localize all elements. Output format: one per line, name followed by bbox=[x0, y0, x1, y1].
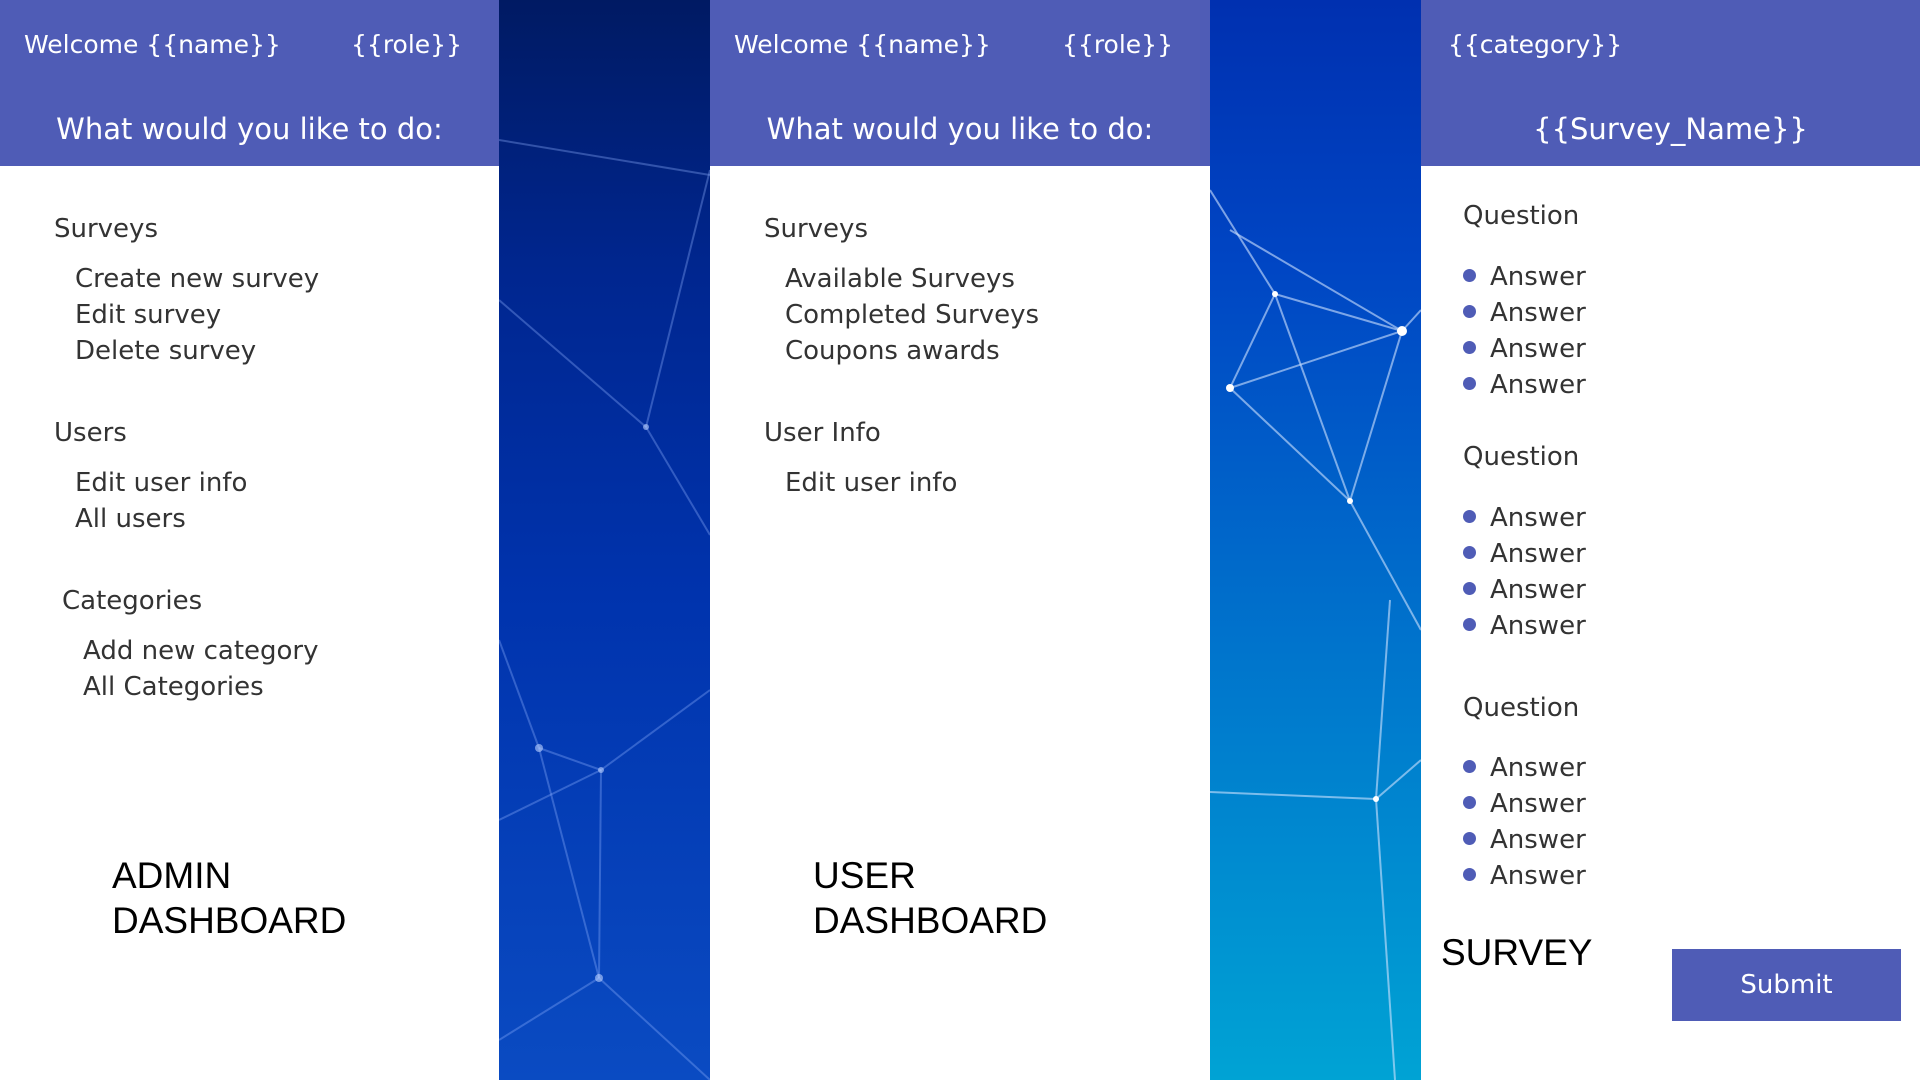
answer-option[interactable]: Answer bbox=[1463, 334, 1586, 364]
edit-user-info-link[interactable]: Edit user info bbox=[785, 468, 957, 498]
submit-button[interactable]: Submit bbox=[1672, 949, 1901, 1021]
answer-option[interactable]: Answer bbox=[1463, 789, 1586, 819]
radio-bullet-icon bbox=[1463, 832, 1476, 845]
edit-user-info-link[interactable]: Edit user info bbox=[75, 468, 247, 498]
all-categories-link[interactable]: All Categories bbox=[83, 672, 264, 702]
radio-bullet-icon bbox=[1463, 868, 1476, 881]
admin-header: Welcome {{name}} {{role}} What would you… bbox=[0, 0, 499, 166]
answer-text: Answer bbox=[1490, 861, 1586, 891]
category-text: {{category}} bbox=[1448, 30, 1623, 59]
available-surveys-link[interactable]: Available Surveys bbox=[785, 264, 1015, 294]
user-label-line1: USER bbox=[813, 855, 916, 896]
radio-bullet-icon bbox=[1463, 546, 1476, 559]
answer-option[interactable]: Answer bbox=[1463, 298, 1586, 328]
answer-text: Answer bbox=[1490, 503, 1586, 533]
answer-option[interactable]: Answer bbox=[1463, 825, 1586, 855]
prompt-text: What would you like to do: bbox=[766, 112, 1154, 146]
section-title-surveys: Surveys bbox=[54, 214, 158, 244]
user-header: Welcome {{name}} {{role}} What would you… bbox=[710, 0, 1210, 166]
answer-text: Answer bbox=[1490, 789, 1586, 819]
prompt-text: What would you like to do: bbox=[56, 112, 443, 146]
answer-text: Answer bbox=[1490, 539, 1586, 569]
radio-bullet-icon bbox=[1463, 618, 1476, 631]
answer-text: Answer bbox=[1490, 370, 1586, 400]
answer-option[interactable]: Answer bbox=[1463, 753, 1586, 783]
all-users-link[interactable]: All users bbox=[75, 504, 186, 534]
section-title-categories: Categories bbox=[62, 586, 203, 616]
answer-text: Answer bbox=[1490, 575, 1586, 605]
radio-bullet-icon bbox=[1463, 269, 1476, 282]
admin-label-line1: ADMIN bbox=[112, 855, 232, 896]
answer-option[interactable]: Answer bbox=[1463, 503, 1586, 533]
network-lines-right bbox=[1210, 189, 1421, 1080]
admin-label-line2: DASHBOARD bbox=[112, 900, 347, 941]
answer-text: Answer bbox=[1490, 262, 1586, 292]
welcome-text: Welcome {{name}} bbox=[24, 30, 281, 59]
answer-text: Answer bbox=[1490, 298, 1586, 328]
survey-label: SURVEY bbox=[1441, 932, 1593, 973]
answer-option[interactable]: Answer bbox=[1463, 611, 1586, 641]
role-text: {{role}} bbox=[1062, 30, 1173, 59]
user-dashboard-panel: Welcome {{name}} {{role}} What would you… bbox=[710, 0, 1210, 1080]
answer-text: Answer bbox=[1490, 611, 1586, 641]
coupons-awards-link[interactable]: Coupons awards bbox=[785, 336, 1000, 366]
answer-option[interactable]: Answer bbox=[1463, 539, 1586, 569]
create-new-survey-link[interactable]: Create new survey bbox=[75, 264, 319, 294]
answer-option[interactable]: Answer bbox=[1463, 575, 1586, 605]
completed-surveys-link[interactable]: Completed Surveys bbox=[785, 300, 1039, 330]
survey-panel: {{category}} {{Survey_Name}} Question An… bbox=[1421, 0, 1920, 1080]
radio-bullet-icon bbox=[1463, 760, 1476, 773]
section-title-surveys: Surveys bbox=[764, 214, 868, 244]
radio-bullet-icon bbox=[1463, 305, 1476, 318]
network-lines-left bbox=[499, 139, 710, 1080]
answer-option[interactable]: Answer bbox=[1463, 861, 1586, 891]
answer-text: Answer bbox=[1490, 334, 1586, 364]
radio-bullet-icon bbox=[1463, 341, 1476, 354]
add-new-category-link[interactable]: Add new category bbox=[83, 636, 319, 666]
answer-option[interactable]: Answer bbox=[1463, 262, 1586, 292]
role-text: {{role}} bbox=[351, 30, 462, 59]
user-dashboard-label: USER DASHBOARD bbox=[813, 853, 1047, 943]
question-label: Question bbox=[1463, 201, 1580, 231]
question-label: Question bbox=[1463, 442, 1580, 472]
survey-name-title: {{Survey_Name}} bbox=[1533, 112, 1808, 146]
edit-survey-link[interactable]: Edit survey bbox=[75, 300, 221, 330]
user-label-line2: DASHBOARD bbox=[813, 900, 1048, 941]
radio-bullet-icon bbox=[1463, 377, 1476, 390]
survey-header: {{category}} {{Survey_Name}} bbox=[1421, 0, 1920, 166]
radio-bullet-icon bbox=[1463, 510, 1476, 523]
radio-bullet-icon bbox=[1463, 582, 1476, 595]
answer-text: Answer bbox=[1490, 825, 1586, 855]
question-label: Question bbox=[1463, 693, 1580, 723]
network-background-left bbox=[499, 0, 710, 1080]
admin-dashboard-label: ADMIN DASHBOARD bbox=[112, 853, 346, 943]
delete-survey-link[interactable]: Delete survey bbox=[75, 336, 256, 366]
network-background-right bbox=[1210, 0, 1421, 1080]
welcome-text: Welcome {{name}} bbox=[734, 30, 991, 59]
section-title-users: Users bbox=[54, 418, 127, 448]
answer-option[interactable]: Answer bbox=[1463, 370, 1586, 400]
radio-bullet-icon bbox=[1463, 796, 1476, 809]
section-title-user-info: User Info bbox=[764, 418, 881, 448]
answer-text: Answer bbox=[1490, 753, 1586, 783]
admin-dashboard-panel: Welcome {{name}} {{role}} What would you… bbox=[0, 0, 499, 1080]
